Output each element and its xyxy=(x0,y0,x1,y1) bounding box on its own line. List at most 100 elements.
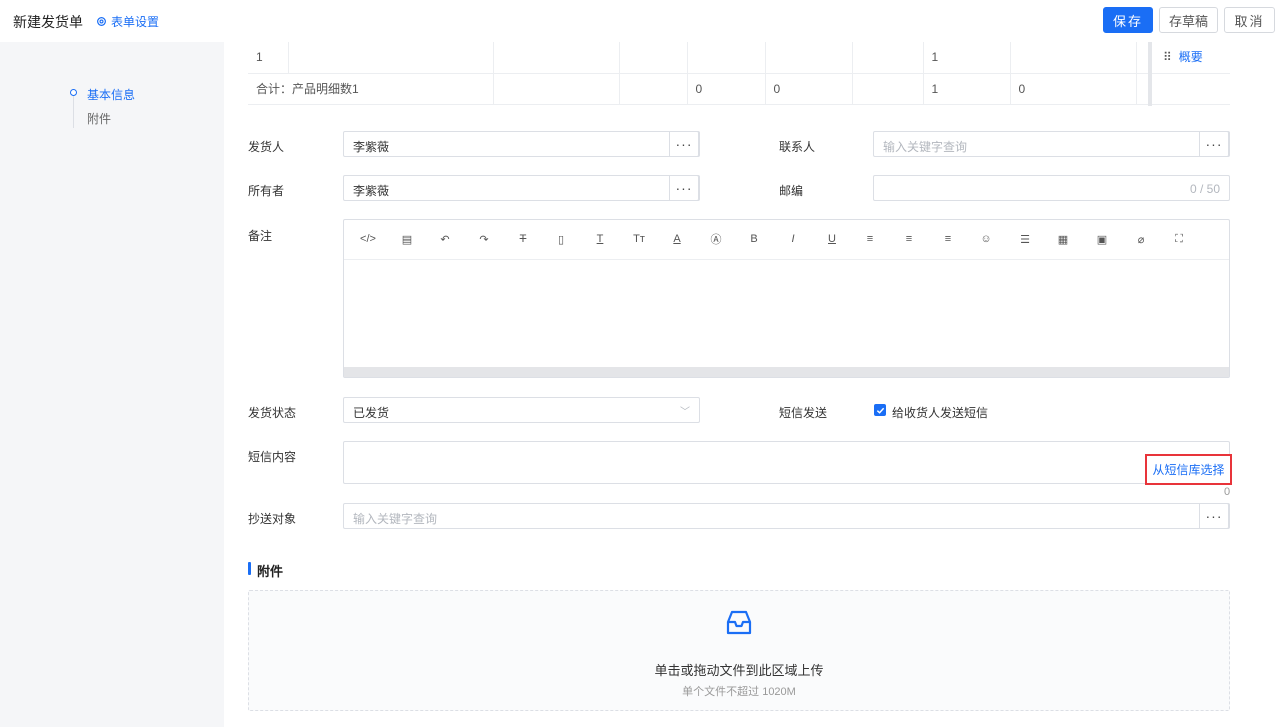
chevron-down-icon: ﹀ xyxy=(680,407,690,418)
table-cell xyxy=(687,42,766,74)
table-cell xyxy=(493,73,620,105)
owner-field[interactable]: 李紫薇 ··· xyxy=(343,175,700,201)
table-total-row: 合计：产品明细数1 0 0 1 0 xyxy=(248,73,1230,105)
fullscreen-icon[interactable]: ⛶ xyxy=(1171,231,1187,247)
table-cell xyxy=(493,42,620,74)
table-cell xyxy=(288,42,494,74)
table-cell xyxy=(852,42,924,74)
owner-picker-button[interactable]: ··· xyxy=(669,175,699,201)
attachments-section-title: 附件 xyxy=(257,564,284,579)
font-color-icon[interactable]: A xyxy=(669,231,685,247)
nav-item-basic-info[interactable]: 基本信息 xyxy=(87,86,135,103)
ship-status-label: 发货状态 xyxy=(248,406,297,420)
font-size-icon[interactable]: Tт xyxy=(631,231,647,247)
table-cell xyxy=(619,42,688,74)
contact-field[interactable]: 输入关键字查询 ··· xyxy=(873,131,1230,157)
paste-text-icon[interactable]: ▯ xyxy=(553,231,569,247)
shipper-value: 李紫薇 xyxy=(353,140,390,154)
align-right-icon[interactable]: ≡ xyxy=(940,231,956,247)
sms-send-checkbox[interactable] xyxy=(874,404,886,416)
table-cell xyxy=(619,73,688,105)
align-left-icon[interactable]: ≡ xyxy=(862,231,878,247)
owner-label: 所有者 xyxy=(248,184,285,198)
page-title: 新建发货单 xyxy=(13,14,83,30)
editor-horizontal-scrollbar[interactable] xyxy=(344,367,1229,377)
drag-handle-icon[interactable]: ⠿ xyxy=(1163,50,1172,64)
sms-content-label: 短信内容 xyxy=(248,450,297,464)
code-icon[interactable]: </> xyxy=(360,231,376,247)
remark-label: 备注 xyxy=(248,229,273,243)
top-bar: 新建发货单 表单设置 保存 存草稿 取消 xyxy=(0,0,1280,43)
contact-picker-button[interactable]: ··· xyxy=(1199,131,1229,157)
table-cell xyxy=(852,73,924,105)
ship-status-select[interactable]: 已发货 ﹀ xyxy=(343,397,700,423)
contact-label: 联系人 xyxy=(779,140,816,154)
contact-placeholder: 输入关键字查询 xyxy=(883,140,968,154)
sms-content-textarea[interactable] xyxy=(343,441,1230,484)
postcode-label: 邮编 xyxy=(779,184,804,198)
section-marker xyxy=(248,562,251,575)
editor-toolbar: </> ▤ ↶ ↷ T ▯ T Tт A Ⓐ B I U ≡ ≡ ≡ ☺ ☰ ▦… xyxy=(344,220,1229,260)
attachment-icon[interactable]: ⌀ xyxy=(1133,231,1149,247)
section-nav: 基本信息 附件 xyxy=(0,42,224,727)
align-center-icon[interactable]: ≡ xyxy=(901,231,917,247)
table-cell xyxy=(1010,42,1137,74)
shipper-picker-button[interactable]: ··· xyxy=(669,131,699,157)
nav-track xyxy=(73,92,74,128)
upload-instruction: 单击或拖动文件到此区域上传 xyxy=(654,663,824,678)
cc-label: 抄送对象 xyxy=(248,512,297,526)
save-draft-button[interactable]: 存草稿 xyxy=(1159,7,1218,33)
cancel-button[interactable]: 取消 xyxy=(1224,7,1275,33)
cc-field[interactable]: 输入关键字查询 ··· xyxy=(343,503,1230,529)
cc-picker-button[interactable]: ··· xyxy=(1199,503,1229,529)
bold-icon[interactable]: B xyxy=(746,231,762,247)
table-cell: 0 xyxy=(765,73,853,105)
redo-icon[interactable]: ↷ xyxy=(476,231,492,247)
table-cell: 1 xyxy=(923,73,1011,105)
inbox-icon xyxy=(726,610,752,635)
sms-send-label: 短信发送 xyxy=(779,406,828,420)
line-height-icon[interactable]: ☰ xyxy=(1017,231,1033,247)
postcode-counter: 0 / 50 xyxy=(1189,182,1220,196)
italic-icon[interactable]: I xyxy=(785,231,801,247)
remark-rich-editor[interactable]: </> ▤ ↶ ↷ T ▯ T Tт A Ⓐ B I U ≡ ≡ ≡ ☺ ☰ ▦… xyxy=(343,219,1230,378)
emoji-icon[interactable]: ☺ xyxy=(978,231,994,247)
table-cell: 0 xyxy=(687,73,766,105)
table-cell xyxy=(765,42,853,74)
nav-item-attachments[interactable]: 附件 xyxy=(87,110,111,127)
shipper-field[interactable]: 李紫薇 ··· xyxy=(343,131,700,157)
sms-char-count: 0 xyxy=(1224,486,1231,498)
undo-icon[interactable]: ↶ xyxy=(437,231,453,247)
table-cell: 1 xyxy=(248,42,289,74)
table-icon[interactable]: ▦ xyxy=(1055,231,1071,247)
upload-dropzone[interactable]: 单击或拖动文件到此区域上传 单个文件不超过 1020M xyxy=(248,590,1230,711)
nav-active-dot xyxy=(70,89,77,96)
form-settings-link[interactable]: 表单设置 xyxy=(96,13,159,30)
template-icon[interactable]: ▤ xyxy=(399,231,415,247)
owner-value: 李紫薇 xyxy=(353,184,390,198)
upload-size-limit: 单个文件不超过 1020M xyxy=(682,686,796,698)
cc-placeholder: 输入关键字查询 xyxy=(353,512,438,526)
settings-icon xyxy=(97,17,106,26)
font-family-icon[interactable]: T xyxy=(592,231,608,247)
form-settings-label: 表单设置 xyxy=(111,15,160,29)
background-color-icon[interactable]: Ⓐ xyxy=(708,231,724,247)
sms-send-checkbox-label[interactable]: 给收货人发送短信 xyxy=(892,404,988,421)
ship-status-value: 已发货 xyxy=(353,406,390,420)
table-fixed-column-shadow xyxy=(1148,42,1152,106)
overview-toggle[interactable]: ⠿ 概要 xyxy=(1163,48,1203,65)
postcode-field[interactable]: 0 / 50 xyxy=(873,175,1230,201)
form-main: 1 1 合计：产品明细数1 0 0 1 0 ⠿ 概要 发货人 李紫薇 ··· 联… xyxy=(224,42,1280,727)
table-row: 1 1 xyxy=(248,42,1230,74)
strikethrough-icon[interactable]: T xyxy=(515,231,531,247)
save-button[interactable]: 保存 xyxy=(1103,7,1153,33)
image-icon[interactable]: ▣ xyxy=(1094,231,1110,247)
table-cell: 1 xyxy=(923,42,1011,74)
shipper-label: 发货人 xyxy=(248,140,285,154)
underline-icon[interactable]: U xyxy=(824,231,840,247)
overview-label: 概要 xyxy=(1178,50,1203,64)
product-detail-table: 1 1 合计：产品明细数1 0 0 1 0 xyxy=(248,42,1230,105)
sms-library-link[interactable]: 从短信库选择 xyxy=(1145,454,1232,485)
checkmark-icon xyxy=(876,407,884,414)
table-cell: 0 xyxy=(1010,73,1137,105)
